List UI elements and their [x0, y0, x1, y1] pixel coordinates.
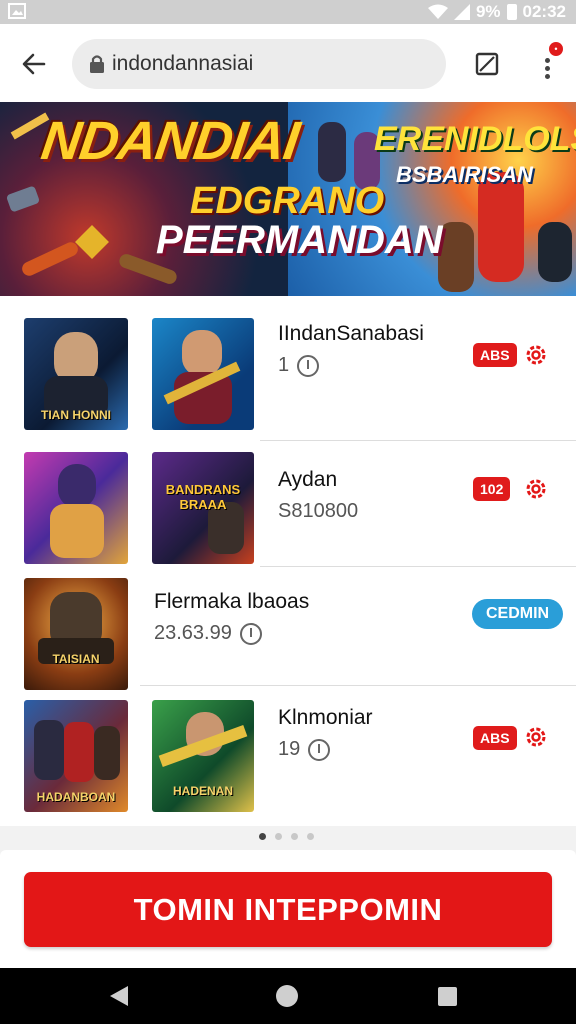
list-item[interactable]: HADANBOAN HADENAN Klnmoniar 19 ABS [0, 692, 576, 816]
primary-cta-button[interactable]: TOMIN INTEPPOMIN [24, 872, 552, 947]
game-title: Aydan [278, 468, 338, 491]
list-pagination [259, 833, 314, 840]
game-meta: 23.63.99 [154, 622, 262, 645]
list-item[interactable]: TAISIAN Flermaka lbaoas 23.63.99 CEDMIN [0, 572, 576, 696]
list-item[interactable]: TIAN HONNI IIndanSanabasi 1 ABS [0, 314, 576, 438]
banner-subtitle-1: EDGRANO [190, 180, 385, 222]
game-meta: 1 [278, 354, 320, 377]
notification-dot: • [549, 42, 563, 56]
wifi-icon [427, 4, 448, 19]
game-thumbnail[interactable] [24, 452, 128, 564]
game-title: Klnmoniar [278, 706, 373, 729]
browser-toolbar: indondannasiai • [0, 24, 576, 102]
game-thumbnail[interactable] [152, 318, 254, 430]
more-vert-icon[interactable]: • [536, 42, 563, 86]
thumbnail-caption: TIAN HONNI [41, 408, 111, 422]
meta-value: S810800 [278, 500, 359, 522]
thumbnail-caption: BANDRANS BRAAA [165, 482, 241, 512]
promo-banner[interactable]: NDANDIAI EDGRANO PEERMANDAN ERENIDLOLS B… [0, 102, 576, 296]
lock-icon [90, 55, 104, 73]
nav-back-icon[interactable] [110, 986, 128, 1006]
meta-value: 1 [278, 354, 290, 376]
bottom-card: TOMIN INTEPPOMIN [0, 850, 576, 968]
banner-title: NDANDIAI [37, 111, 303, 171]
banner-right-title: ERENIDLOLS [374, 120, 576, 158]
game-thumbnail[interactable]: TAISIAN [24, 578, 128, 690]
tabs-icon[interactable] [474, 50, 502, 78]
battery-icon [506, 4, 517, 20]
status-badge: 102 [473, 477, 511, 501]
gear-icon[interactable] [523, 724, 549, 750]
game-meta: 19 [278, 738, 331, 761]
meta-value: 19 [278, 738, 301, 760]
game-thumbnail[interactable]: TIAN HONNI [24, 318, 128, 430]
divider [260, 440, 576, 441]
clock-icon [239, 622, 262, 645]
url-bar[interactable]: indondannasiai [72, 39, 446, 89]
status-bar: 9% 02:32 [0, 0, 576, 24]
status-badge: ABS [473, 343, 517, 367]
clock-icon [297, 354, 320, 377]
clock-icon [308, 738, 331, 761]
meta-value: 23.63.99 [154, 622, 232, 644]
thumbnail-caption: TAISIAN [52, 652, 100, 666]
divider [140, 685, 576, 686]
banner-right-subtitle: BSBAIRISAN [396, 162, 533, 187]
gear-icon[interactable] [523, 476, 549, 502]
thumbnail-caption: HADANBOAN [36, 790, 116, 804]
nav-recents-icon[interactable] [438, 987, 457, 1006]
signal-icon [453, 4, 470, 20]
image-icon [8, 3, 26, 19]
battery-percent: 9% [475, 2, 501, 21]
divider [260, 566, 576, 567]
game-title: IIndanSanabasi [278, 322, 424, 345]
thumbnail-caption: HADENAN [173, 784, 233, 798]
gear-icon[interactable] [523, 342, 549, 368]
game-list: TIAN HONNI IIndanSanabasi 1 ABS BANDRANS… [0, 296, 576, 826]
nav-home-icon[interactable] [276, 985, 298, 1007]
game-thumbnail[interactable]: HADANBOAN [24, 700, 128, 812]
list-item[interactable]: BANDRANS BRAAA Aydan S810800 102 [0, 446, 576, 570]
status-badge[interactable]: CEDMIN [472, 599, 564, 629]
back-arrow-icon[interactable] [20, 50, 48, 78]
game-thumbnail[interactable]: HADENAN [152, 700, 254, 812]
game-meta: S810800 [278, 500, 358, 523]
url-text: indondannasiai [112, 52, 254, 75]
status-badge: ABS [473, 726, 517, 750]
game-thumbnail[interactable]: BANDRANS BRAAA [152, 452, 254, 564]
game-title: Flermaka lbaoas [154, 590, 310, 613]
clock-time: 02:32 [522, 2, 566, 21]
system-nav-bar [0, 968, 576, 1024]
banner-subtitle-2: PEERMANDAN [156, 218, 443, 262]
